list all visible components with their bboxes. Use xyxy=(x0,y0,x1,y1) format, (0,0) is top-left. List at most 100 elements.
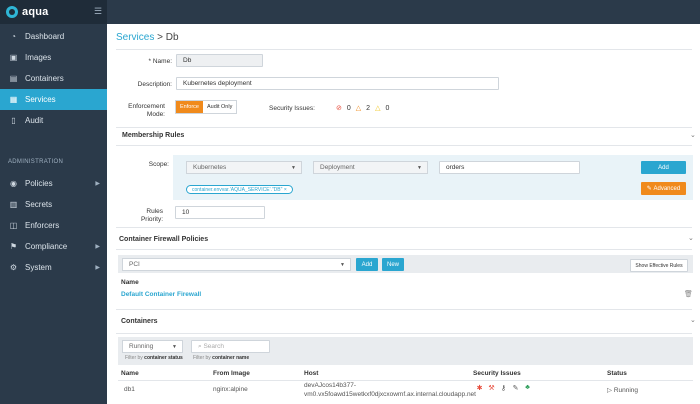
sidebar-item-label: Services xyxy=(25,95,56,104)
sidebar-item-label: Images xyxy=(25,53,52,62)
membership-rules-title: Membership Rules xyxy=(122,132,185,139)
high-issues-icon: ⊘ xyxy=(336,105,342,112)
images-icon: ▣ xyxy=(9,53,18,62)
chevron-down-icon[interactable]: ⌄ xyxy=(688,234,694,242)
audit-icon: ▯ xyxy=(11,116,16,125)
sidebar-item-policies[interactable]: ◉ Policies ▶ xyxy=(0,173,107,194)
sidebar-item-system[interactable]: ⚙ System ▶ xyxy=(0,257,107,278)
name-field[interactable]: Db xyxy=(176,54,263,67)
compliance-check-icon: ♣ xyxy=(525,384,530,391)
container-status-value: Running xyxy=(129,343,154,350)
rule-pill[interactable]: container.envvar.'AQUA_SERVICE'."DB" × xyxy=(186,185,293,194)
divider xyxy=(116,249,692,250)
sidebar-item-secrets[interactable]: ▥ Secrets xyxy=(0,194,107,215)
sidebar-item-compliance[interactable]: ⚑ Compliance ▶ xyxy=(0,236,107,257)
chevron-down-icon[interactable]: ⌄ xyxy=(690,316,696,324)
sidebar-item-containers[interactable]: ▤ Containers xyxy=(0,68,107,89)
chevron-down-icon[interactable]: ⌄ xyxy=(690,131,696,139)
description-field[interactable]: Kubernetes deployment xyxy=(176,77,499,90)
scope-type-value: Kubernetes xyxy=(193,164,227,171)
sidebar-item-images[interactable]: ▣ Images xyxy=(0,47,107,68)
container-security-icons: ✱ ⚒ ⚷ ✎ ♣ xyxy=(475,383,532,392)
policies-icon: ◉ xyxy=(10,179,17,188)
container-status: ▷ Running xyxy=(607,386,638,394)
container-name: db1 xyxy=(124,386,135,393)
security-issues-label: Security Issues: xyxy=(269,105,315,112)
name-label: * Name: xyxy=(148,58,172,65)
logo-bar: aqua ☰ xyxy=(0,0,107,24)
medium-issues-icon: △ xyxy=(355,105,362,112)
chevron-right-icon: ▶ xyxy=(95,181,100,187)
main-nav: ◔ Dashboard ▣ Images ▤ Containers ▦ Serv… xyxy=(0,24,107,131)
scope-value-input[interactable]: orders xyxy=(439,161,580,174)
divider xyxy=(116,127,692,128)
secrets-icon: ▥ xyxy=(9,200,18,209)
low-issues-count: 0 xyxy=(385,104,390,112)
sidebar-item-enforcers[interactable]: ◫ Enforcers xyxy=(0,215,107,236)
app-name: aqua xyxy=(22,6,49,18)
sidebar-item-services[interactable]: ▦ Services xyxy=(0,89,107,110)
remove-rule-icon[interactable]: × xyxy=(284,187,287,193)
sidebar-item-audit[interactable]: ▯ Audit xyxy=(0,110,107,131)
rule-pill-text: container.envvar.'AQUA_SERVICE'."DB" xyxy=(192,187,283,193)
column-header-security-issues: Security Issues xyxy=(473,370,521,377)
enforcement-mode-label: Enforcement Mode: xyxy=(128,103,165,118)
admin-section-title: ADMINISTRATION xyxy=(8,159,64,165)
breadcrumb-separator: > xyxy=(157,32,163,43)
column-header-name: Name xyxy=(121,370,139,377)
container-status-select[interactable]: Running ▼ xyxy=(122,340,183,353)
column-header-status: Status xyxy=(607,370,627,377)
divider xyxy=(116,145,692,146)
clock-icon: ◔ xyxy=(11,32,16,41)
sidebar-item-dashboard[interactable]: ◔ Dashboard xyxy=(0,26,107,47)
status-filter-hint: Filter by container status xyxy=(125,355,183,361)
scope-label: Scope: xyxy=(148,161,169,168)
divider xyxy=(116,333,692,334)
advanced-label: Advanced xyxy=(653,185,681,192)
host-line-1: devAJcos14b377- xyxy=(304,382,357,389)
status-hint-prefix: Filter by xyxy=(125,355,145,361)
scope-type-select[interactable]: Kubernetes ▼ xyxy=(186,161,302,174)
firewall-policy-link[interactable]: Default Container Firewall xyxy=(121,291,201,298)
show-effective-rules-button[interactable]: Show Effective Rules xyxy=(630,259,688,272)
chevron-down-icon: ▼ xyxy=(172,344,177,350)
name-hint-bold: container name xyxy=(212,355,250,361)
divider xyxy=(116,309,692,310)
security-issues-summary: ⊘ 0 △ 2 △ 0 xyxy=(336,104,390,113)
firewall-policies-title: Container Firewall Policies xyxy=(119,236,209,243)
advanced-button[interactable]: ✎ Advanced xyxy=(641,182,686,195)
scope-object-value: Deployment xyxy=(320,164,355,171)
enforcement-toggle: Enforce Audit Only xyxy=(175,100,238,114)
enforcers-icon: ◫ xyxy=(9,221,18,230)
firewall-policy-value: PCI xyxy=(129,261,140,268)
scope-object-select[interactable]: Deployment ▼ xyxy=(313,161,428,174)
container-search-input[interactable]: ⌕ Search xyxy=(191,340,270,353)
trash-icon[interactable]: 🗑 xyxy=(684,290,693,298)
sidebar-item-label: Audit xyxy=(25,116,44,125)
services-icon: ▦ xyxy=(9,95,18,104)
rules-priority-input[interactable]: 10 xyxy=(175,206,265,219)
aqua-logo-icon xyxy=(6,6,18,18)
chevron-down-icon: ▼ xyxy=(340,262,345,268)
firewall-policy-select[interactable]: PCI ▼ xyxy=(122,258,351,271)
new-firewall-button[interactable]: New xyxy=(382,258,404,271)
edit-icon: ✎ xyxy=(646,186,654,192)
description-label: Description: xyxy=(137,81,172,88)
medium-issues-count: 2 xyxy=(366,104,371,112)
enforce-option[interactable]: Enforce xyxy=(176,101,203,113)
play-icon: ▷ xyxy=(607,387,614,394)
sidebar-item-label: Dashboard xyxy=(25,32,65,41)
firewall-name-header: Name xyxy=(121,279,139,286)
audit-only-option[interactable]: Audit Only xyxy=(202,101,237,113)
malware-icon: ⚒ xyxy=(488,384,495,392)
divider xyxy=(116,49,692,50)
sidebar-item-label: Compliance xyxy=(25,242,68,251)
main-content: Services > Db * Name: Db Description: Ku… xyxy=(107,24,700,404)
add-scope-button[interactable]: Add xyxy=(641,161,686,174)
breadcrumb-parent[interactable]: Services xyxy=(116,32,154,43)
system-icon: ⚙ xyxy=(9,263,18,272)
chevron-down-icon: ▼ xyxy=(417,165,422,171)
rules-priority-label: Rules Priority: xyxy=(140,208,163,223)
menu-toggle-icon[interactable]: ☰ xyxy=(94,6,102,17)
add-firewall-button[interactable]: Add xyxy=(356,258,378,271)
